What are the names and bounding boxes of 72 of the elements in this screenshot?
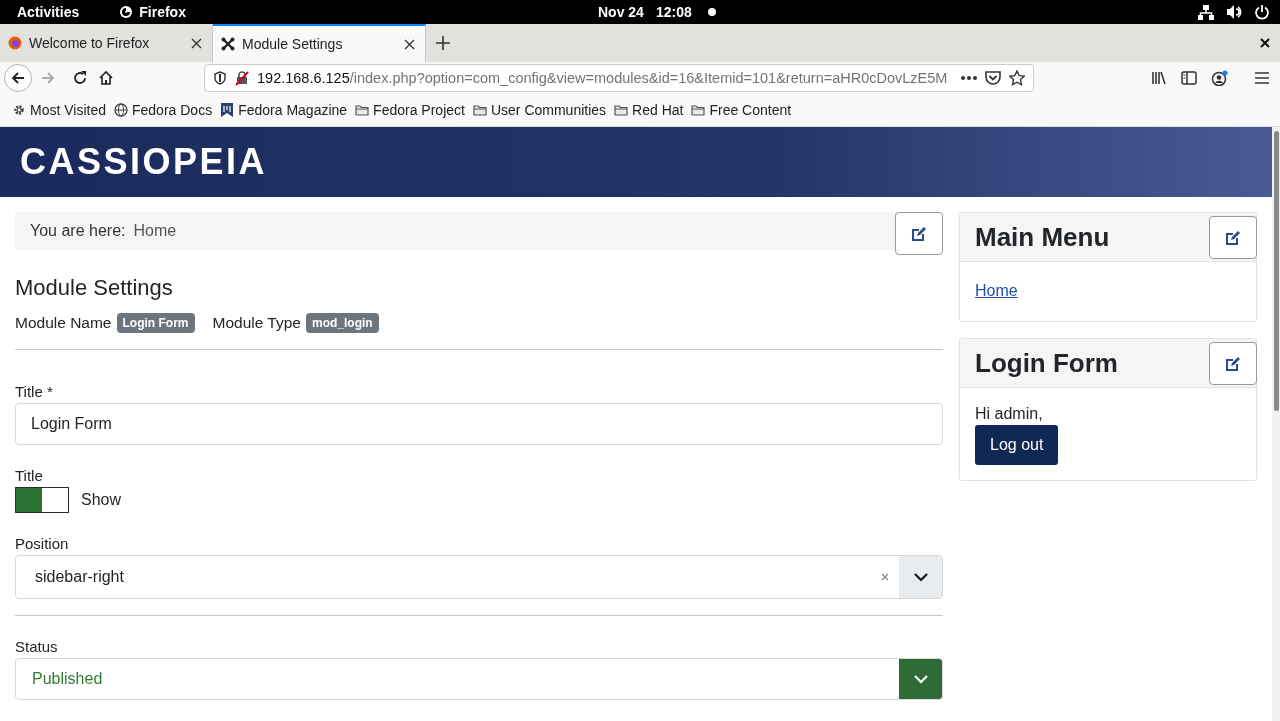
edit-button[interactable] — [1209, 342, 1257, 385]
edit-button[interactable] — [1209, 216, 1257, 259]
power-icon — [1254, 4, 1270, 20]
library-icon[interactable] — [1151, 70, 1167, 86]
close-icon[interactable] — [404, 38, 415, 50]
site-logo[interactable]: CASSIOPEIA — [20, 141, 268, 183]
back-button[interactable] — [4, 64, 32, 92]
bookmark-item[interactable]: Fedora Docs — [114, 102, 213, 118]
toggle-label: Show — [81, 491, 122, 509]
clock-time[interactable]: 12:08 — [655, 4, 692, 20]
bookmark-item[interactable]: User Communities — [472, 102, 607, 118]
folder-icon — [614, 103, 629, 117]
title-input[interactable]: Login Form — [15, 403, 943, 445]
more-icon[interactable] — [961, 76, 977, 80]
close-icon[interactable] — [191, 37, 202, 49]
star-icon[interactable] — [1009, 70, 1025, 86]
account-icon[interactable] — [1211, 70, 1228, 86]
greeting-text: Hi admin, — [975, 405, 1044, 423]
breadcrumb-label: You are here: — [30, 222, 126, 240]
toggle-switch[interactable] — [15, 487, 69, 513]
bookmark-item[interactable]: Free Content — [691, 102, 792, 118]
edit-icon — [1225, 229, 1241, 246]
page-heading: Module Settings — [15, 275, 174, 301]
module-title: Main Menu — [975, 221, 1110, 253]
chevron-down-icon — [912, 570, 929, 584]
folder-icon — [691, 103, 706, 117]
clock-date[interactable]: Nov 24 — [598, 4, 644, 20]
folder-icon — [472, 103, 487, 117]
menu-link[interactable]: Home — [975, 282, 1018, 299]
field-label: Status — [15, 638, 59, 655]
edit-button[interactable] — [895, 212, 943, 255]
chevron-down-icon — [912, 672, 929, 686]
field-label: Module Type — [212, 314, 301, 332]
url-text: 192.168.6.125/index.php?option=com_config&view=modules&id=16&Itemid=101&return=aHR0cDovLzE5M — [257, 70, 949, 86]
bookmark-item[interactable]: Fedora Project — [355, 102, 465, 118]
breadcrumb-item: Home — [133, 222, 177, 240]
module-name-badge: Login Form — [116, 313, 195, 333]
activities-button[interactable]: Activities — [17, 4, 80, 20]
browser-tab[interactable]: Module Settings — [213, 24, 426, 62]
gear-icon — [12, 103, 26, 117]
position-select[interactable]: sidebar-right — [15, 555, 943, 599]
new-tab-icon[interactable] — [436, 36, 450, 50]
insecure-lock-icon — [235, 70, 249, 86]
status-select[interactable]: Published — [15, 658, 943, 700]
pocket-icon[interactable] — [985, 70, 1001, 86]
volume-icon — [1226, 4, 1242, 20]
network-icon — [1198, 4, 1214, 20]
menu-icon[interactable] — [1254, 70, 1270, 86]
reload-icon[interactable] — [72, 70, 88, 86]
home-icon[interactable] — [98, 70, 114, 86]
app-menu[interactable]: Firefox — [139, 4, 186, 20]
address-bar[interactable]: 192.168.6.125/index.php?option=com_config&view=modules&id=16&Itemid=101&return=aHR0cDovLzE5M — [204, 64, 1034, 92]
edit-icon — [911, 225, 927, 242]
bookmark-item[interactable]: Fedora Magazine — [220, 102, 348, 118]
sidebar-icon[interactable] — [1181, 70, 1197, 86]
notification-dot-icon — [707, 8, 716, 16]
field-label: Title * — [15, 383, 54, 400]
bookmark-item[interactable]: Red Hat — [614, 102, 684, 118]
logout-button[interactable]: Log out — [975, 425, 1059, 465]
field-label: Title — [15, 467, 44, 484]
back-arrow-icon — [10, 70, 26, 86]
module-title: Login Form — [975, 347, 1118, 379]
edit-icon — [1225, 355, 1241, 372]
close-icon[interactable] — [1260, 38, 1270, 48]
field-label: Position — [15, 535, 70, 552]
field-label: Module Name — [15, 314, 112, 332]
module-type-badge: mod_login — [305, 313, 379, 333]
folder-icon — [355, 103, 370, 117]
globe-icon — [114, 103, 128, 117]
bookmark-item[interactable]: Most Visited — [12, 102, 106, 118]
shield-icon — [213, 71, 227, 85]
bookmark-icon — [220, 103, 235, 117]
